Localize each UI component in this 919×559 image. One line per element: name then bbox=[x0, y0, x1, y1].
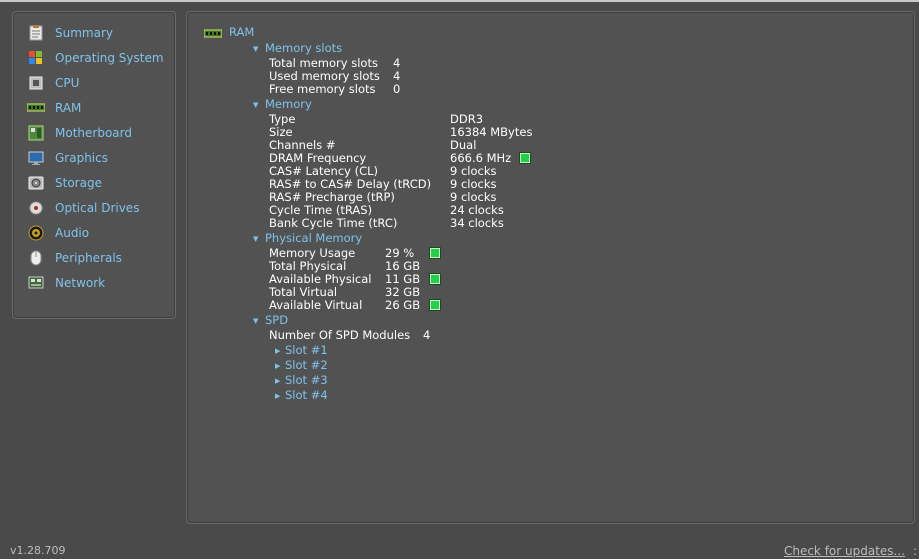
collapse-caret-icon[interactable]: ▼ bbox=[253, 235, 258, 243]
status-indicator-icon bbox=[520, 153, 530, 163]
row-value: DDR3 bbox=[450, 112, 484, 126]
sidebar-item-ram[interactable]: RAM bbox=[27, 98, 173, 118]
collapse-caret-icon[interactable]: ▼ bbox=[253, 45, 258, 53]
row-label: Total memory slots bbox=[269, 56, 378, 70]
ram-icon bbox=[27, 100, 45, 116]
row-label: CAS# Latency (CL) bbox=[269, 164, 379, 178]
row-label: Number Of SPD Modules bbox=[269, 328, 411, 342]
check-updates-link[interactable]: Check for updates... bbox=[784, 544, 905, 558]
row-label: Size bbox=[269, 125, 293, 139]
sidebar-item-label: Optical Drives bbox=[55, 201, 140, 215]
cpu-icon bbox=[27, 75, 45, 91]
spd-slot-3[interactable]: Slot #3 bbox=[285, 373, 328, 387]
row-label: Available Physical bbox=[269, 272, 372, 286]
sidebar-item-storage[interactable]: Storage bbox=[27, 173, 173, 193]
row-label: RAS# Precharge (tRP) bbox=[269, 190, 395, 204]
row-value: 26 GB bbox=[385, 298, 421, 312]
sidebar-item-summary[interactable]: Summary bbox=[27, 23, 173, 43]
spd-slot-4[interactable]: Slot #4 bbox=[285, 388, 328, 402]
sidebar-item-label: Graphics bbox=[55, 151, 108, 165]
expand-caret-icon[interactable]: ▶ bbox=[275, 362, 280, 370]
row-value: 4 bbox=[393, 69, 401, 83]
speaker-icon bbox=[27, 225, 45, 241]
row-label: Total Physical bbox=[269, 259, 347, 273]
section-physical-memory[interactable]: Physical Memory bbox=[265, 231, 362, 245]
row-value: 16 GB bbox=[385, 259, 421, 273]
row-label: Available Virtual bbox=[269, 298, 363, 312]
row-value: 32 GB bbox=[385, 285, 421, 299]
expand-caret-icon[interactable]: ▶ bbox=[275, 377, 280, 385]
row-label: Channels # bbox=[269, 138, 336, 152]
expand-caret-icon[interactable]: ▶ bbox=[275, 392, 280, 400]
row-label: Bank Cycle Time (tRC) bbox=[269, 216, 398, 230]
row-label: RAS# to CAS# Delay (tRCD) bbox=[269, 177, 432, 191]
collapse-caret-icon[interactable]: ▼ bbox=[253, 101, 258, 109]
sidebar-item-optical-drives[interactable]: Optical Drives bbox=[27, 198, 173, 218]
disc-icon bbox=[27, 200, 45, 216]
sidebar-item-label: Network bbox=[55, 276, 106, 290]
row-value: 29 % bbox=[385, 246, 415, 260]
row-label: DRAM Frequency bbox=[269, 151, 367, 165]
monitor-icon bbox=[27, 150, 45, 166]
row-label: Total Virtual bbox=[269, 285, 338, 299]
row-value: 16384 MBytes bbox=[450, 125, 533, 139]
sidebar-item-network[interactable]: Network bbox=[27, 273, 173, 293]
status-indicator-icon bbox=[430, 300, 440, 310]
sidebar-item-label: Motherboard bbox=[55, 126, 132, 140]
motherboard-icon bbox=[27, 125, 45, 141]
details-panel: RAM ▼ Memory slots Total memory slots 4 … bbox=[186, 11, 915, 524]
ram-icon bbox=[203, 28, 223, 43]
section-memory[interactable]: Memory bbox=[265, 97, 312, 111]
row-value: 34 clocks bbox=[450, 216, 504, 230]
collapse-caret-icon[interactable]: ▼ bbox=[253, 317, 258, 325]
hdd-icon bbox=[27, 175, 45, 191]
sidebar-item-graphics[interactable]: Graphics bbox=[27, 148, 173, 168]
mouse-icon bbox=[27, 250, 45, 266]
sidebar-item-peripherals[interactable]: Peripherals bbox=[27, 248, 173, 268]
windows-icon bbox=[27, 50, 45, 66]
summary-icon bbox=[27, 25, 45, 41]
row-value: 0 bbox=[393, 82, 401, 96]
footer-tail-text: : bbox=[912, 544, 917, 558]
sidebar-item-label: Audio bbox=[55, 226, 90, 240]
sidebar: Summary Operating System CPU RAM Motherb… bbox=[12, 11, 176, 319]
version-label: v1.28.709 bbox=[10, 544, 66, 557]
sidebar-item-cpu[interactable]: CPU bbox=[27, 73, 173, 93]
sidebar-item-motherboard[interactable]: Motherboard bbox=[27, 123, 173, 143]
sidebar-item-operating-system[interactable]: Operating System bbox=[27, 48, 173, 68]
row-label: Type bbox=[269, 112, 296, 126]
row-label: Used memory slots bbox=[269, 69, 380, 83]
row-value: 9 clocks bbox=[450, 164, 497, 178]
row-value: 11 GB bbox=[385, 272, 421, 286]
row-value: Dual bbox=[450, 138, 477, 152]
row-label: Memory Usage bbox=[269, 246, 356, 260]
page-title: RAM bbox=[229, 25, 255, 39]
sidebar-item-label: Operating System bbox=[55, 51, 164, 65]
row-label: Cycle Time (tRAS) bbox=[269, 203, 373, 217]
sidebar-item-label: RAM bbox=[55, 101, 82, 115]
row-value: 4 bbox=[393, 56, 401, 70]
sidebar-item-label: Peripherals bbox=[55, 251, 122, 265]
sidebar-item-label: Storage bbox=[55, 176, 102, 190]
status-indicator-icon bbox=[430, 248, 440, 258]
section-memory-slots[interactable]: Memory slots bbox=[265, 41, 342, 55]
row-value: 9 clocks bbox=[450, 177, 497, 191]
network-icon bbox=[27, 275, 45, 291]
section-spd[interactable]: SPD bbox=[265, 313, 288, 327]
row-value: 4 bbox=[423, 328, 431, 342]
row-value: 24 clocks bbox=[450, 203, 504, 217]
status-indicator-icon bbox=[430, 274, 440, 284]
row-value: 666.6 MHz bbox=[450, 151, 512, 165]
top-border bbox=[0, 0, 919, 2]
spd-slot-2[interactable]: Slot #2 bbox=[285, 358, 328, 372]
expand-caret-icon[interactable]: ▶ bbox=[275, 347, 280, 355]
spd-slot-1[interactable]: Slot #1 bbox=[285, 343, 328, 357]
sidebar-item-label: Summary bbox=[55, 26, 113, 40]
row-label: Free memory slots bbox=[269, 82, 376, 96]
row-value: 9 clocks bbox=[450, 190, 497, 204]
sidebar-item-audio[interactable]: Audio bbox=[27, 223, 173, 243]
sidebar-item-label: CPU bbox=[55, 76, 80, 90]
